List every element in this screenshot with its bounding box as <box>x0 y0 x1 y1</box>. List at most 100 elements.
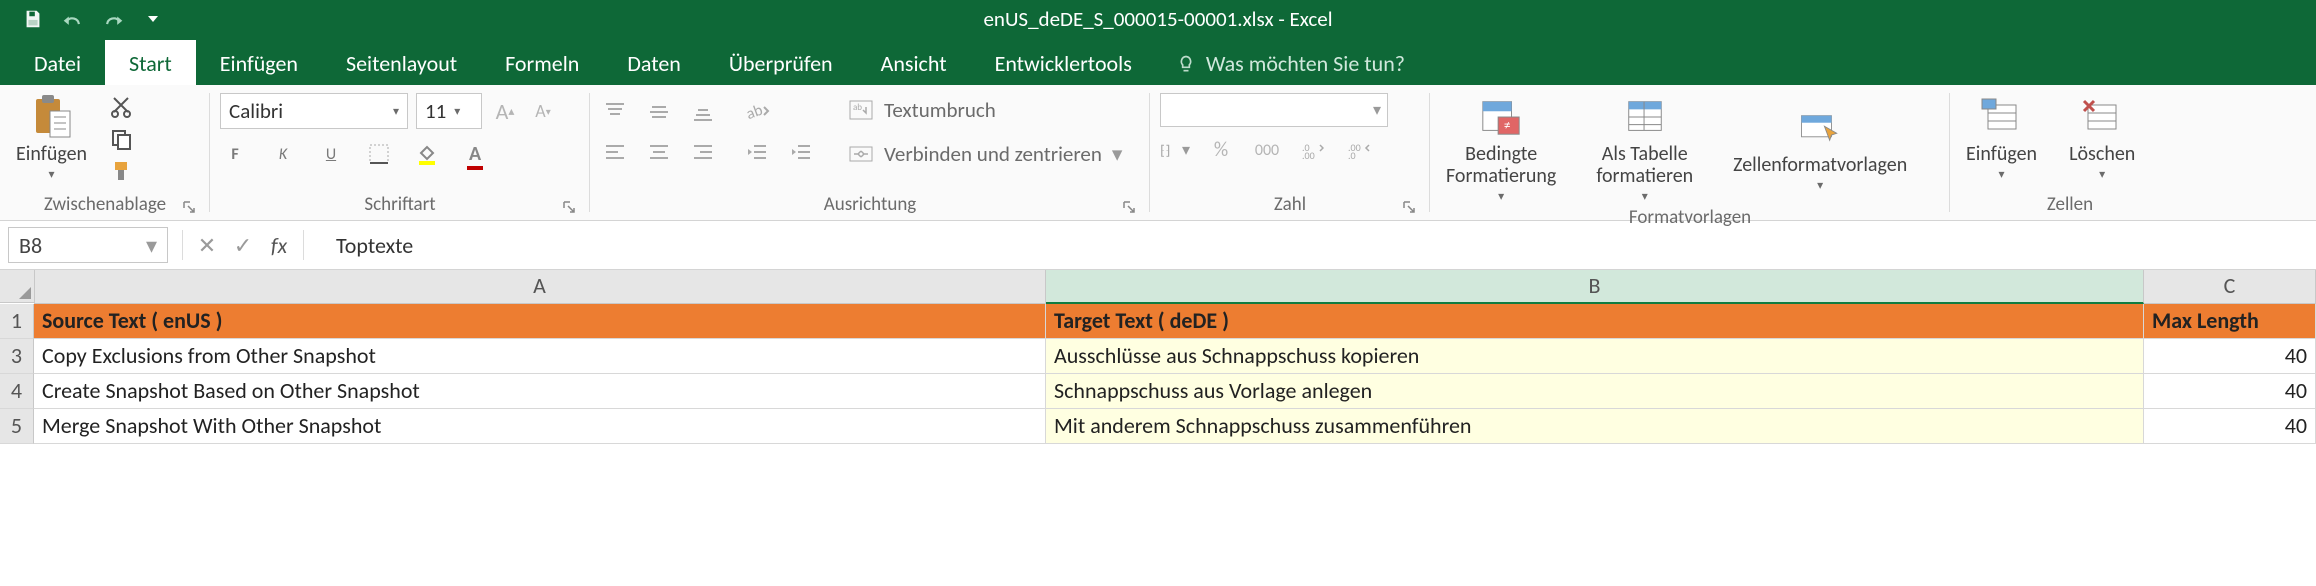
tab-data[interactable]: Daten <box>603 40 705 85</box>
cell[interactable]: Mit anderem Schnappschuss zusammenführen <box>1046 409 2144 444</box>
undo-icon[interactable] <box>62 8 84 30</box>
percent-icon[interactable]: % <box>1206 137 1236 163</box>
column-header-A[interactable]: A <box>34 270 1046 304</box>
column-header-C[interactable]: C <box>2144 270 2316 304</box>
tell-me-search[interactable]: Was möchten Sie tun? <box>1156 42 1425 85</box>
cell-styles-label: Zellenformatvorlagen <box>1733 154 1907 176</box>
italic-button[interactable]: K <box>268 141 298 167</box>
cut-icon[interactable] <box>107 94 137 120</box>
align-left-icon[interactable] <box>600 139 630 165</box>
fill-color-icon[interactable] <box>412 141 442 167</box>
tab-view[interactable]: Ansicht <box>857 40 971 85</box>
font-name-combo[interactable]: Calibri ▾ <box>220 93 408 129</box>
quick-access-toolbar <box>0 8 164 30</box>
group-alignment: ab ab Textumbruch Verbinden und zentrier… <box>590 85 1150 220</box>
cancel-formula-icon[interactable]: ✕ <box>189 232 225 259</box>
cell[interactable]: Source Text ( enUS ) <box>34 304 1046 339</box>
tab-formulas[interactable]: Formeln <box>481 40 603 85</box>
bold-button[interactable]: F <box>220 141 250 167</box>
formula-input[interactable]: Toptexte <box>310 232 2316 259</box>
cell[interactable]: Merge Snapshot With Other Snapshot <box>34 409 1046 444</box>
insert-cells-label: Einfügen <box>1966 143 2037 165</box>
orientation-icon[interactable]: ab <box>742 99 772 125</box>
tab-developer[interactable]: Entwicklertools <box>971 40 1156 85</box>
ribbon-tabstrip: Datei Start Einfügen Seitenlayout Formel… <box>0 38 2316 85</box>
font-size-combo[interactable]: 11 ▾ <box>416 93 482 129</box>
increase-indent-icon[interactable] <box>786 139 816 165</box>
border-icon[interactable] <box>364 141 394 167</box>
group-cells: Einfügen ▾ Löschen ▾ Zellen <box>1950 85 2190 220</box>
row-header[interactable]: 4 <box>0 374 34 409</box>
wrap-text-label: Textumbruch <box>884 97 996 123</box>
accounting-format-icon[interactable]: ⁅⁆▾ <box>1160 137 1190 163</box>
merge-cells-icon <box>848 143 874 165</box>
tab-home[interactable]: Start <box>105 40 196 85</box>
row-header[interactable]: 3 <box>0 339 34 374</box>
title-bar: enUS_deDE_S_000015-00001.xlsx - Excel <box>0 0 2316 38</box>
conditional-formatting-button[interactable]: ≠ Bedingte Formatierung ▾ <box>1440 93 1562 206</box>
cond-format-label: Bedingte Formatierung <box>1446 143 1556 187</box>
increase-decimal-icon[interactable]: .0.00 <box>1298 137 1328 163</box>
number-format-combo[interactable]: ▾ <box>1160 93 1388 127</box>
format-as-table-button[interactable]: Als Tabelle formatieren ▾ <box>1590 93 1699 206</box>
accept-formula-icon[interactable]: ✓ <box>225 232 261 259</box>
cell[interactable]: Target Text ( deDE ) <box>1046 304 2144 339</box>
group-label-font: Schriftart <box>364 193 435 216</box>
cell-styles-button[interactable]: Zellenformatvorlagen ▾ <box>1727 104 1913 195</box>
copy-icon[interactable] <box>107 126 137 152</box>
svg-text:ab: ab <box>744 101 765 123</box>
dialog-launcher-icon[interactable] <box>562 200 576 214</box>
svg-text:ab: ab <box>853 102 862 113</box>
chevron-down-icon: ▾ <box>1642 191 1648 204</box>
column-header-B[interactable]: B <box>1046 270 2144 304</box>
merge-center-button[interactable]: Verbinden und zentrieren ▾ <box>840 137 1130 171</box>
paste-icon <box>30 95 74 139</box>
qat-customize-icon[interactable] <box>142 8 164 30</box>
cell[interactable]: Ausschlüsse aus Schnappschuss kopieren <box>1046 339 2144 374</box>
cell[interactable]: Schnappschuss aus Vorlage anlegen <box>1046 374 2144 409</box>
name-box[interactable]: B8 ▾ <box>8 227 168 263</box>
cell[interactable]: 40 <box>2144 339 2316 374</box>
increase-font-icon[interactable]: A▴ <box>490 98 520 124</box>
row-header[interactable]: 1 <box>0 304 34 339</box>
cell[interactable]: 40 <box>2144 374 2316 409</box>
delete-cells-button[interactable]: Löschen ▾ <box>2063 93 2141 184</box>
paste-label: Einfügen <box>16 143 87 165</box>
chevron-down-icon: ▾ <box>1817 180 1823 193</box>
tab-pagelayout[interactable]: Seitenlayout <box>322 40 481 85</box>
insert-function-icon[interactable]: fx <box>261 232 297 259</box>
tab-file[interactable]: Datei <box>10 40 105 85</box>
cell[interactable]: Max Length <box>2144 304 2316 339</box>
format-painter-icon[interactable] <box>107 158 137 184</box>
cell-styles-icon <box>1798 106 1842 150</box>
tell-me-label: Was möchten Sie tun? <box>1206 50 1405 77</box>
dialog-launcher-icon[interactable] <box>1402 200 1416 214</box>
redo-icon[interactable] <box>102 8 124 30</box>
align-top-icon[interactable] <box>600 99 630 125</box>
decrease-indent-icon[interactable] <box>742 139 772 165</box>
align-center-icon[interactable] <box>644 139 674 165</box>
align-bottom-icon[interactable] <box>688 99 718 125</box>
insert-cells-button[interactable]: Einfügen ▾ <box>1960 93 2043 184</box>
align-middle-icon[interactable] <box>644 99 674 125</box>
dialog-launcher-icon[interactable] <box>1122 200 1136 214</box>
cell[interactable]: Copy Exclusions from Other Snapshot <box>34 339 1046 374</box>
decrease-font-icon[interactable]: A▾ <box>528 98 558 124</box>
select-all-corner[interactable] <box>0 270 35 303</box>
comma-style-icon[interactable]: 000 <box>1252 137 1282 163</box>
row-header[interactable]: 5 <box>0 409 34 444</box>
paste-button[interactable]: Einfügen ▾ <box>10 93 93 184</box>
align-right-icon[interactable] <box>688 139 718 165</box>
font-color-icon[interactable]: A <box>460 141 490 167</box>
cell[interactable]: 40 <box>2144 409 2316 444</box>
wrap-text-button[interactable]: ab Textumbruch <box>840 93 1130 127</box>
dialog-launcher-icon[interactable] <box>182 200 196 214</box>
save-icon[interactable] <box>22 8 44 30</box>
spreadsheet-grid[interactable]: A B C 1 Source Text ( enUS ) Target Text… <box>0 270 2316 444</box>
decrease-decimal-icon[interactable]: .00.0 <box>1344 137 1374 163</box>
cell[interactable]: Create Snapshot Based on Other Snapshot <box>34 374 1046 409</box>
tab-insert[interactable]: Einfügen <box>196 40 322 85</box>
underline-button[interactable]: U <box>316 141 346 167</box>
tab-review[interactable]: Überprüfen <box>705 40 857 85</box>
font-size-value: 11 <box>425 98 446 124</box>
